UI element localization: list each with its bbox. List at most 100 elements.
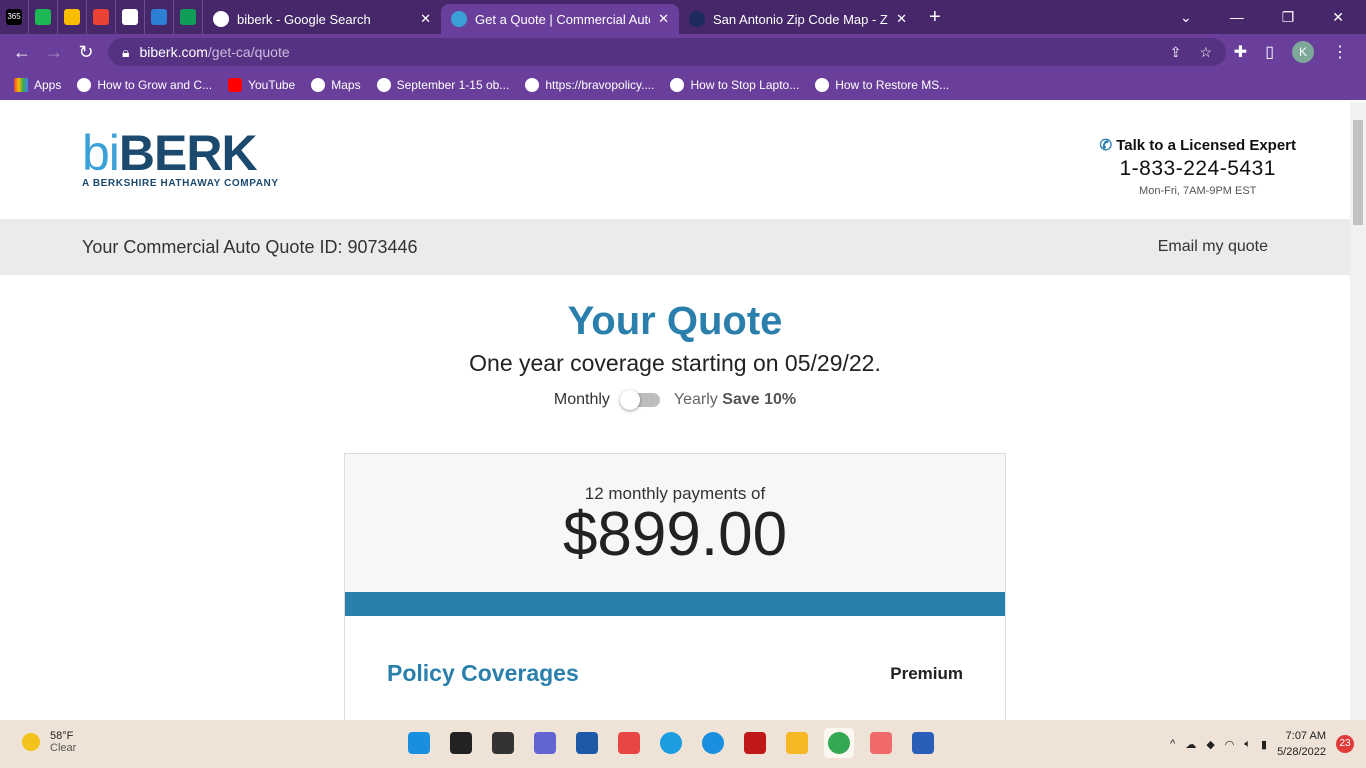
coverages-heading: Policy Coverages	[387, 660, 579, 686]
volume-icon[interactable]: 🔈︎	[1244, 738, 1251, 751]
mcafee-icon	[744, 732, 766, 754]
close-tab-icon[interactable]: ✕	[658, 11, 669, 27]
weather-condition: Clear	[50, 742, 77, 754]
reload-button[interactable]: ↻	[70, 42, 102, 63]
toggle-knob[interactable]	[619, 390, 640, 410]
page-title: Your Quote	[567, 299, 783, 343]
bookmark-item[interactable]: How to Stop Lapto...	[670, 78, 799, 92]
clock[interactable]: 7:07 AM 5/28/2022	[1277, 728, 1326, 760]
payment-amount: $899.00	[562, 500, 788, 569]
biberk-icon	[451, 11, 467, 27]
yearly-label[interactable]: Yearly	[674, 391, 718, 408]
close-tab-icon[interactable]: ✕	[896, 11, 907, 27]
bookmark-item[interactable]: https://bravopolicy....	[525, 78, 654, 92]
tab-google-search[interactable]: biberk - Google Search ✕	[203, 4, 441, 34]
close-tab-icon[interactable]: ✕	[420, 11, 431, 27]
pinned-tab[interactable]	[87, 0, 116, 34]
bookmark-label: How to Stop Lapto...	[690, 78, 800, 92]
taskbar-app[interactable]	[740, 728, 770, 758]
bookmark-label: How to Grow and C...	[97, 78, 213, 92]
battery-icon[interactable]: ▮	[1261, 738, 1267, 751]
bookmarks-bar: Apps How to Grow and C... YouTube Maps Septe…	[0, 70, 1366, 100]
taskbar-app[interactable]	[824, 728, 854, 758]
new-tab-button[interactable]: +	[929, 6, 941, 29]
weather-widget[interactable]: 58°F Clear	[22, 730, 76, 754]
globe-icon	[311, 78, 326, 92]
back-button[interactable]: ←	[6, 42, 38, 63]
email-quote-link[interactable]: Email my quote	[1158, 238, 1268, 256]
tab-search-icon[interactable]: ⌄	[1180, 9, 1192, 26]
pinned-tab[interactable]	[58, 0, 87, 34]
bookmark-item[interactable]: September 1-15 ob...	[376, 78, 509, 92]
pinned-tab[interactable]	[116, 0, 145, 34]
address-bar[interactable]: 🔒︎ biberk.com/get-ca/quote ⇪ ☆	[108, 38, 1226, 66]
browser-tab-strip: 365 biberk - Google Search ✕ Get a Quote …	[0, 0, 1366, 34]
bookmark-item[interactable]: YouTube	[228, 78, 295, 92]
url-host: biberk.com	[139, 44, 208, 60]
pinned-tab[interactable]	[29, 0, 58, 34]
taskbar-app[interactable]	[614, 728, 644, 758]
taskbar-app[interactable]	[866, 728, 896, 758]
url-path: /get-ca/quote	[207, 44, 290, 60]
asana-icon	[870, 732, 892, 754]
close-window-button[interactable]: ✕	[1332, 9, 1344, 26]
quote-id: Your Commercial Auto Quote ID: 9073446	[82, 236, 418, 257]
youtube-icon	[228, 78, 243, 92]
taskbar-app[interactable]	[698, 728, 728, 758]
restore-button[interactable]: ❐	[1282, 9, 1295, 26]
taskbar-app[interactable]	[488, 728, 518, 758]
notification-badge[interactable]: 23	[1336, 735, 1354, 753]
bookmark-item[interactable]: Maps	[311, 78, 361, 92]
pinned-tab[interactable]: 365	[0, 0, 29, 34]
bookmark-item[interactable]: Apps	[14, 78, 61, 92]
taskbar-app[interactable]	[782, 728, 812, 758]
taskbar-app[interactable]	[530, 728, 560, 758]
taskbar-app[interactable]	[572, 728, 602, 758]
tab-get-a-quote[interactable]: Get a Quote | Commercial Auto | ✕	[441, 4, 679, 34]
time: 7:07 AM	[1285, 730, 1326, 742]
tab-zip-code-map[interactable]: San Antonio Zip Code Map - Zipc ✕	[679, 4, 917, 34]
dropbox-icon[interactable]: ◆	[1206, 738, 1214, 751]
biberk-logo[interactable]: biBERK A BERKSHIRE HATHAWAY COMPANY	[82, 128, 279, 189]
gmail-icon	[93, 9, 109, 25]
chevron-up-icon[interactable]: ^	[1170, 738, 1175, 750]
page-scrollbar[interactable]	[1350, 102, 1366, 720]
teams-chat-icon	[534, 732, 556, 754]
bookmark-item[interactable]: How to Grow and C...	[77, 78, 212, 92]
extensions-icon[interactable]: ✚	[1234, 42, 1247, 62]
taskbar-app[interactable]	[404, 728, 434, 758]
bookmark-label: How to Restore MS...	[835, 78, 950, 92]
quote-id-bar: Your Commercial Auto Quote ID: 9073446 E…	[0, 219, 1350, 275]
microsoft-store-icon	[576, 732, 598, 754]
pinned-tab[interactable]	[145, 0, 174, 34]
profile-avatar[interactable]: K	[1292, 41, 1314, 63]
site-icon	[77, 78, 92, 92]
pinned-tab[interactable]	[174, 0, 203, 34]
side-panel-icon[interactable]: ▯	[1265, 42, 1274, 62]
scrollbar-thumb[interactable]	[1353, 120, 1363, 225]
monthly-label[interactable]: Monthly	[554, 391, 610, 409]
premium-heading: Premium	[890, 664, 963, 683]
taskbar-app[interactable]	[908, 728, 938, 758]
menu-icon[interactable]: ⋮	[1332, 42, 1348, 62]
wifi-icon[interactable]: ◠	[1225, 738, 1235, 751]
billing-toggle[interactable]	[619, 390, 660, 410]
task-view-icon	[492, 732, 514, 754]
minimize-button[interactable]: —	[1230, 9, 1244, 26]
onedrive-icon[interactable]: ☁	[1185, 738, 1196, 751]
google-icon	[213, 11, 229, 27]
taskbar-app[interactable]	[656, 728, 686, 758]
globe-icon	[122, 9, 138, 25]
hp-icon	[670, 78, 685, 92]
forward-button[interactable]: →	[38, 42, 70, 63]
taskbar-app[interactable]	[446, 728, 476, 758]
bookmark-label: YouTube	[248, 78, 296, 92]
web-page: biBERK A BERKSHIRE HATHAWAY COMPANY ✆ Ta…	[0, 102, 1350, 720]
bookmark-item[interactable]: How to Restore MS...	[815, 78, 949, 92]
phone-number[interactable]: 1-833-224-5431	[1099, 157, 1296, 181]
google-classroom-icon	[180, 9, 196, 25]
hours: Mon-Fri, 7AM-9PM EST	[1139, 185, 1257, 197]
bookmark-star-icon[interactable]: ☆	[1199, 44, 1212, 61]
share-icon[interactable]: ⇪	[1170, 44, 1182, 61]
apps-grid-icon	[14, 78, 28, 92]
